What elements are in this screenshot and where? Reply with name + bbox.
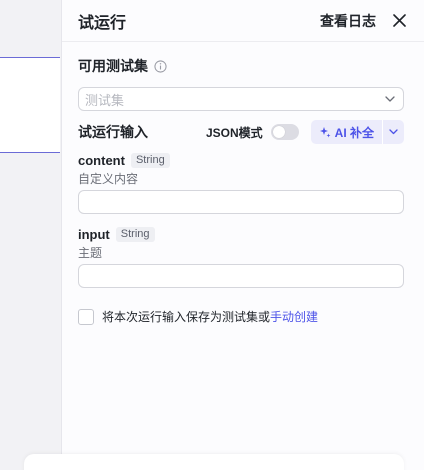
view-logs-button[interactable]: 查看日志: [320, 11, 376, 31]
panel-header: 试运行 查看日志: [62, 0, 424, 42]
save-testset-checkbox[interactable]: [78, 308, 94, 325]
panel-title: 试运行: [78, 14, 127, 32]
save-testset-text: 将本次运行输入保存为测试集或手动创建: [102, 308, 318, 325]
trial-input-header: 试运行输入 JSON模式 AI 补全: [78, 119, 404, 145]
info-icon[interactable]: [154, 59, 167, 73]
trial-run-panel: 试运行 查看日志 可用测试集 测试集 试运行输入 JSON模式 AI 补全 co…: [61, 0, 424, 470]
json-mode-label: JSON模式: [205, 125, 263, 140]
save-testset-label: 将本次运行输入保存为测试集或: [102, 310, 271, 324]
ai-fill-group: AI 补全: [310, 120, 404, 144]
ai-fill-button[interactable]: AI 补全: [310, 120, 382, 144]
canvas-node[interactable]: [0, 57, 60, 153]
manual-create-link[interactable]: 手动创建: [270, 310, 318, 324]
field-name: input: [78, 226, 110, 242]
trial-input-actions: JSON模式 AI 补全: [206, 120, 404, 144]
chevron-down-icon: [385, 96, 395, 102]
json-mode-toggle[interactable]: [270, 124, 299, 140]
field-name: content: [78, 152, 125, 168]
field-description: 自定义内容: [78, 172, 139, 186]
sparkle-icon: [319, 127, 331, 138]
testset-select-placeholder: 测试集: [85, 92, 125, 108]
testset-title: 可用测试集: [78, 58, 148, 74]
testset-section-header: 可用测试集: [78, 56, 167, 76]
type-tag: String: [130, 152, 170, 168]
header-actions: 查看日志: [320, 11, 408, 31]
field-input: input String 主题: [78, 226, 404, 288]
close-icon: [392, 14, 406, 27]
trial-input-heading: 试运行输入: [78, 124, 148, 140]
toggle-knob: [272, 126, 285, 138]
field-head: content String: [78, 152, 404, 168]
type-tag: String: [115, 226, 155, 242]
content-input[interactable]: [78, 190, 404, 214]
field-head: input String: [78, 226, 404, 242]
testset-select[interactable]: 测试集: [78, 87, 404, 111]
ai-fill-label: AI 补全: [334, 125, 374, 140]
input-input[interactable]: [78, 264, 404, 288]
field-description: 主题: [78, 246, 103, 260]
close-button[interactable]: [390, 12, 408, 30]
ai-fill-dropdown[interactable]: [382, 120, 404, 144]
bottom-card: [24, 454, 404, 470]
field-content: content String 自定义内容: [78, 152, 404, 214]
save-testset-row: 将本次运行输入保存为测试集或手动创建: [78, 308, 318, 325]
chevron-down-icon: [389, 129, 398, 135]
